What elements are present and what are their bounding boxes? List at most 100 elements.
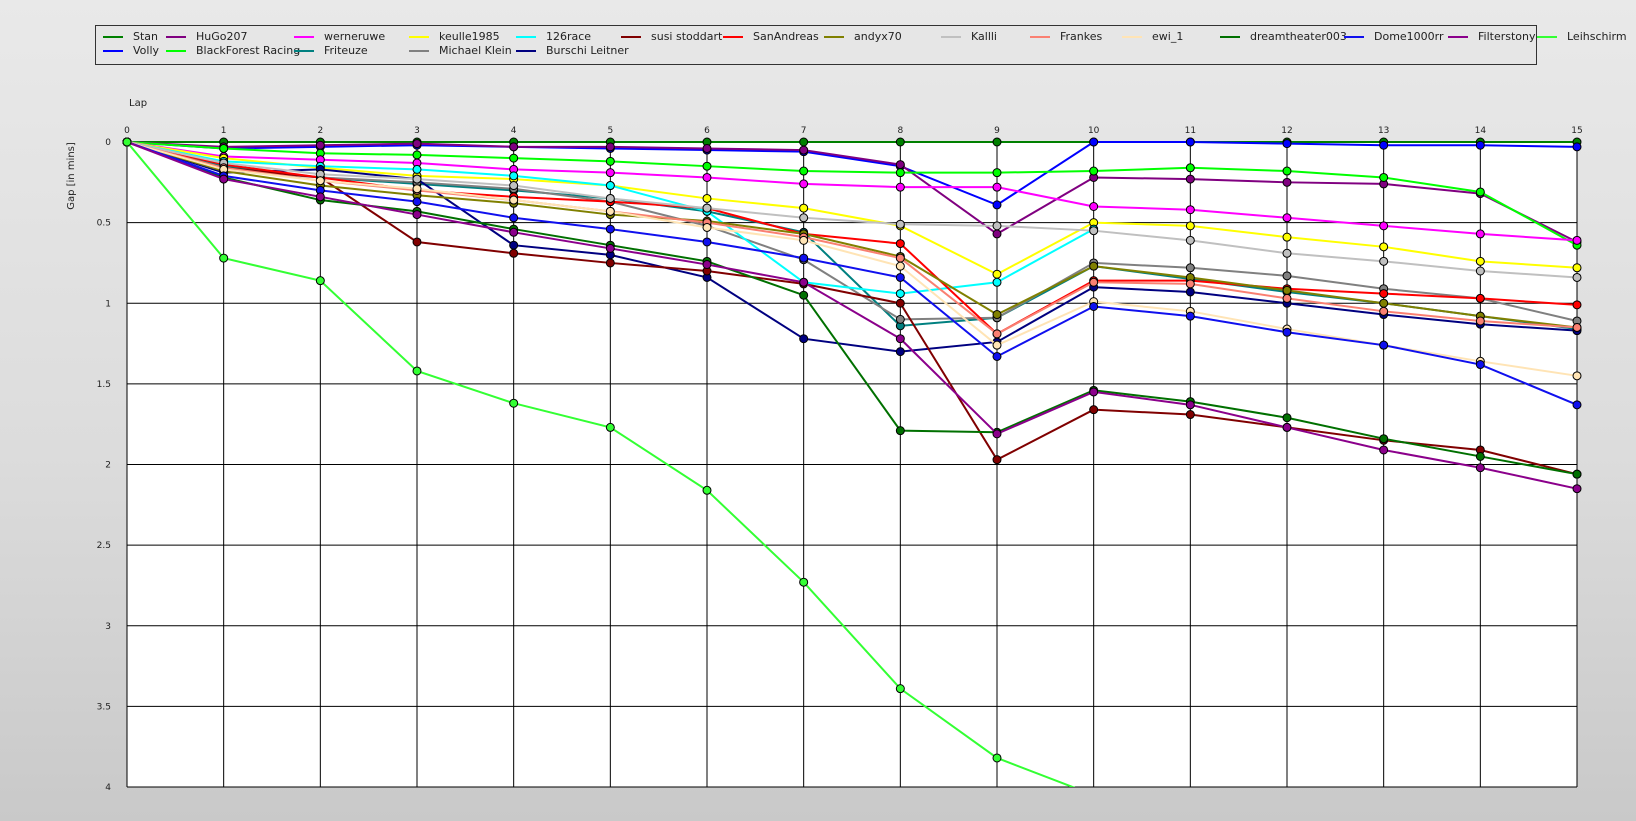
data-point [895, 347, 905, 357]
data-point [315, 140, 325, 150]
data-point [702, 193, 712, 203]
data-point [1282, 248, 1292, 258]
grid-layer: 00.511.522.533.540 1 2 3 4 5 6 7 8 9 10 11 12 13 14 15 [97, 126, 1583, 793]
x-tick-label: 3 [414, 126, 420, 136]
data-point [412, 210, 422, 220]
data-point [1089, 261, 1099, 271]
data-point [509, 240, 519, 250]
data-point [1379, 306, 1389, 316]
data-point [605, 181, 615, 191]
data-point [605, 224, 615, 234]
data-point [799, 145, 809, 155]
data-point [412, 150, 422, 160]
data-point [992, 277, 1002, 287]
x-tick-label: 9 [994, 126, 1000, 136]
data-point [1572, 263, 1582, 273]
data-point [1185, 163, 1195, 173]
data-point [1475, 316, 1485, 326]
data-point [992, 168, 1002, 178]
x-tick-label: 6 [704, 126, 710, 136]
x-tick-label: 12 [1281, 126, 1292, 136]
data-point [1185, 205, 1195, 215]
data-point [799, 290, 809, 300]
data-point [1282, 285, 1292, 295]
data-point [1282, 327, 1292, 337]
data-point [1089, 277, 1099, 287]
data-point [1572, 235, 1582, 245]
data-point [1475, 293, 1485, 303]
data-point [992, 340, 1002, 350]
y-tick-label: 2.5 [97, 541, 111, 551]
data-point [1379, 242, 1389, 252]
data-point [895, 334, 905, 344]
data-point [1282, 293, 1292, 303]
data-point [605, 142, 615, 152]
data-point [895, 272, 905, 282]
data-point [1282, 232, 1292, 242]
data-point [219, 143, 229, 153]
data-point [412, 237, 422, 247]
data-point [1572, 469, 1582, 479]
data-point [509, 227, 519, 237]
data-point [992, 229, 1002, 239]
data-point [1379, 172, 1389, 182]
y-tick-label: 1 [105, 299, 111, 309]
data-point [895, 160, 905, 170]
data-point [1379, 445, 1389, 455]
data-point [895, 239, 905, 249]
data-point [799, 166, 809, 176]
data-point [1282, 213, 1292, 223]
data-point [412, 366, 422, 376]
data-point [1572, 300, 1582, 310]
data-point [1089, 226, 1099, 236]
data-point [702, 143, 712, 153]
data-point [992, 329, 1002, 339]
data-point [1572, 322, 1582, 332]
data-point [895, 426, 905, 436]
data-point [799, 179, 809, 189]
x-tick-label: 2 [317, 126, 323, 136]
data-point [992, 182, 1002, 192]
data-point [895, 219, 905, 229]
x-tick-label: 8 [897, 126, 903, 136]
data-point [1185, 174, 1195, 184]
data-point [315, 192, 325, 202]
data-point [219, 253, 229, 263]
data-point [412, 174, 422, 184]
data-point [605, 156, 615, 166]
data-point [702, 172, 712, 182]
data-point [1089, 202, 1099, 211]
data-point [992, 200, 1002, 210]
data-point [509, 153, 519, 163]
data-point [1185, 221, 1195, 231]
data-point [1572, 484, 1582, 494]
data-point [1185, 400, 1195, 410]
data-point [992, 351, 1002, 361]
data-point [799, 277, 809, 287]
data-point [1282, 422, 1292, 432]
data-point [1089, 301, 1099, 311]
data-point [702, 222, 712, 232]
data-point [1475, 451, 1485, 461]
data-point [799, 235, 809, 245]
data-point [605, 243, 615, 253]
data-point [1185, 137, 1195, 147]
data-point [1475, 140, 1485, 150]
data-point [122, 137, 132, 147]
data-point [895, 314, 905, 324]
data-point [605, 258, 615, 268]
chart-svg: 00.511.522.533.540 1 2 3 4 5 6 7 8 9 10 11 12 13 14 15 … [66, 98, 1583, 793]
data-point [605, 422, 615, 432]
data-point [895, 182, 905, 192]
data-point [895, 253, 905, 263]
data-point [1282, 139, 1292, 149]
data-point [412, 184, 422, 194]
data-point [1089, 387, 1099, 397]
x-tick-label: 5 [607, 126, 613, 136]
data-point [1475, 256, 1485, 266]
x-tick-label: 14 [1475, 126, 1487, 136]
data-point [1572, 142, 1582, 152]
data-point [992, 269, 1002, 279]
data-point [1089, 137, 1099, 147]
data-point [1379, 298, 1389, 308]
